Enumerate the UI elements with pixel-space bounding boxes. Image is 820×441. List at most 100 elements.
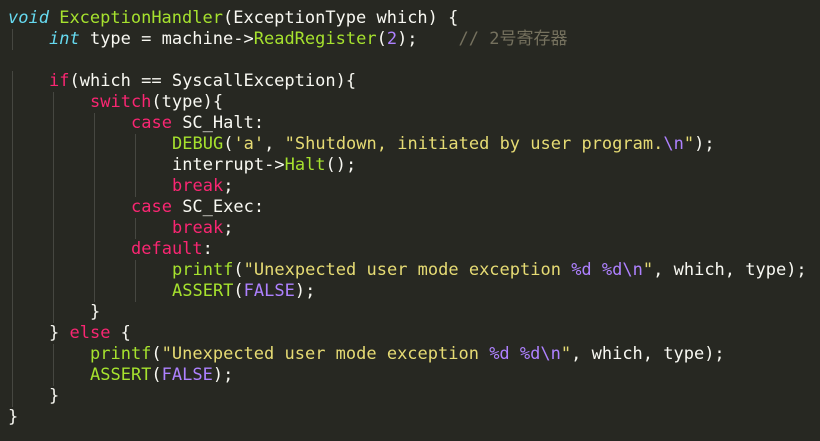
indent-guide	[12, 197, 13, 218]
indent-guide	[12, 134, 13, 155]
code-token: "	[642, 260, 654, 280]
code-token: ASSERT	[172, 281, 234, 301]
code-token: :	[202, 239, 213, 259]
indent-guide	[135, 155, 136, 176]
code-line-content: }	[8, 407, 18, 427]
code-line[interactable]: if(which == SyscallException){	[0, 71, 820, 92]
code-token: void	[8, 8, 49, 28]
code-line-content: }	[8, 386, 59, 406]
code-token: DEBUG	[172, 134, 224, 154]
code-token: %d	[489, 344, 510, 364]
indent-guide	[135, 176, 136, 197]
code-token: );	[397, 29, 418, 49]
indent-guide	[94, 113, 95, 134]
code-line[interactable]: break;	[0, 176, 820, 197]
indent-guide	[12, 218, 13, 239]
indent-guide	[135, 260, 136, 281]
code-line[interactable]: default:	[0, 239, 820, 260]
indent-guide	[53, 176, 54, 197]
indent-guide	[94, 155, 95, 176]
code-line-content: default:	[8, 239, 213, 259]
code-line-content: switch(type){	[8, 92, 223, 112]
code-token: // 2号寄存器	[458, 29, 568, 49]
code-token: if	[49, 71, 70, 91]
code-token: SC_Exec:	[171, 197, 265, 217]
indent-guide	[53, 281, 54, 302]
indent-guide	[135, 218, 136, 239]
indent-guide	[53, 365, 54, 386]
code-token: }	[8, 407, 19, 427]
code-token: ();	[325, 155, 357, 175]
code-editor[interactable]: void ExceptionHandler(ExceptionType whic…	[0, 0, 820, 441]
code-line-content: } else {	[8, 323, 131, 343]
code-token: printf	[90, 344, 152, 364]
code-line[interactable]: printf("Unexpected user mode exception %…	[0, 260, 820, 281]
code-line[interactable]: ASSERT(FALSE);	[0, 281, 820, 302]
indent-guide	[12, 302, 13, 323]
code-token: 2	[386, 29, 398, 49]
indent-guide	[53, 92, 54, 113]
code-token: \n	[622, 260, 643, 280]
code-token: "Shutdown, initiated by user program.	[284, 134, 664, 154]
code-token: , which, type);	[653, 260, 807, 280]
indent-guide	[12, 323, 13, 344]
indent-guide	[94, 176, 95, 197]
code-line[interactable]	[0, 50, 820, 71]
code-token: type = machine	[79, 29, 234, 49]
code-token: \n	[540, 344, 561, 364]
code-token: , which, type);	[571, 344, 725, 364]
code-line-content: if(which == SyscallException){	[8, 71, 356, 91]
indent-guide	[94, 239, 95, 260]
code-token: (	[233, 281, 244, 301]
code-line[interactable]: }	[0, 302, 820, 323]
code-line[interactable]: interrupt->Halt();	[0, 155, 820, 176]
code-line[interactable]: break;	[0, 218, 820, 239]
code-token: "	[683, 134, 695, 154]
code-line-content: }	[8, 302, 100, 322]
code-token: case	[131, 113, 172, 133]
code-line-content: interrupt->Halt();	[8, 155, 356, 175]
indent-guide	[12, 386, 13, 407]
code-line[interactable]: case SC_Exec:	[0, 197, 820, 218]
indent-guide	[12, 155, 13, 176]
code-line[interactable]: printf("Unexpected user mode exception %…	[0, 344, 820, 365]
code-line[interactable]: case SC_Halt:	[0, 113, 820, 134]
code-token: "	[560, 344, 572, 364]
code-token: ReadRegister	[253, 29, 377, 49]
code-token: 'a'	[233, 134, 265, 154]
code-token: );	[212, 365, 234, 385]
code-line-content: printf("Unexpected user mode exception %…	[8, 260, 807, 280]
indent-guide	[94, 281, 95, 302]
code-line[interactable]: } else {	[0, 323, 820, 344]
code-token: (ExceptionType which) {	[222, 8, 459, 28]
code-line[interactable]: }	[0, 407, 820, 428]
code-token: FALSE	[161, 365, 213, 385]
code-line[interactable]: switch(type){	[0, 92, 820, 113]
code-line[interactable]: }	[0, 386, 820, 407]
code-token: else	[69, 323, 111, 343]
code-token: break	[172, 176, 224, 196]
code-line-content: ASSERT(FALSE);	[8, 281, 315, 301]
code-line[interactable]: void ExceptionHandler(ExceptionType whic…	[0, 8, 820, 29]
code-token: Halt	[284, 155, 326, 175]
code-line-content: DEBUG('a', "Shutdown, initiated by user …	[8, 134, 715, 154]
code-token: ,	[264, 134, 285, 154]
indent-guide	[94, 134, 95, 155]
code-token: FALSE	[243, 281, 295, 301]
indent-guide	[53, 197, 54, 218]
code-line-content: printf("Unexpected user mode exception %…	[8, 344, 725, 364]
code-line-content: int type = machine->ReadRegister(2); // …	[8, 29, 567, 49]
code-token: (	[233, 260, 244, 280]
code-line[interactable]: DEBUG('a', "Shutdown, initiated by user …	[0, 134, 820, 155]
code-token: default	[131, 239, 203, 259]
code-token: case	[131, 197, 172, 217]
code-token: SC_Halt:	[171, 113, 265, 133]
code-token: \n	[663, 134, 684, 154]
code-line[interactable]: int type = machine->ReadRegister(2); // …	[0, 29, 820, 50]
code-token: printf	[172, 260, 234, 280]
code-token: "Unexpected user mode exception	[161, 344, 490, 364]
code-line[interactable]: ASSERT(FALSE);	[0, 365, 820, 386]
indent-guide	[12, 239, 13, 260]
indent-guide	[12, 344, 13, 365]
